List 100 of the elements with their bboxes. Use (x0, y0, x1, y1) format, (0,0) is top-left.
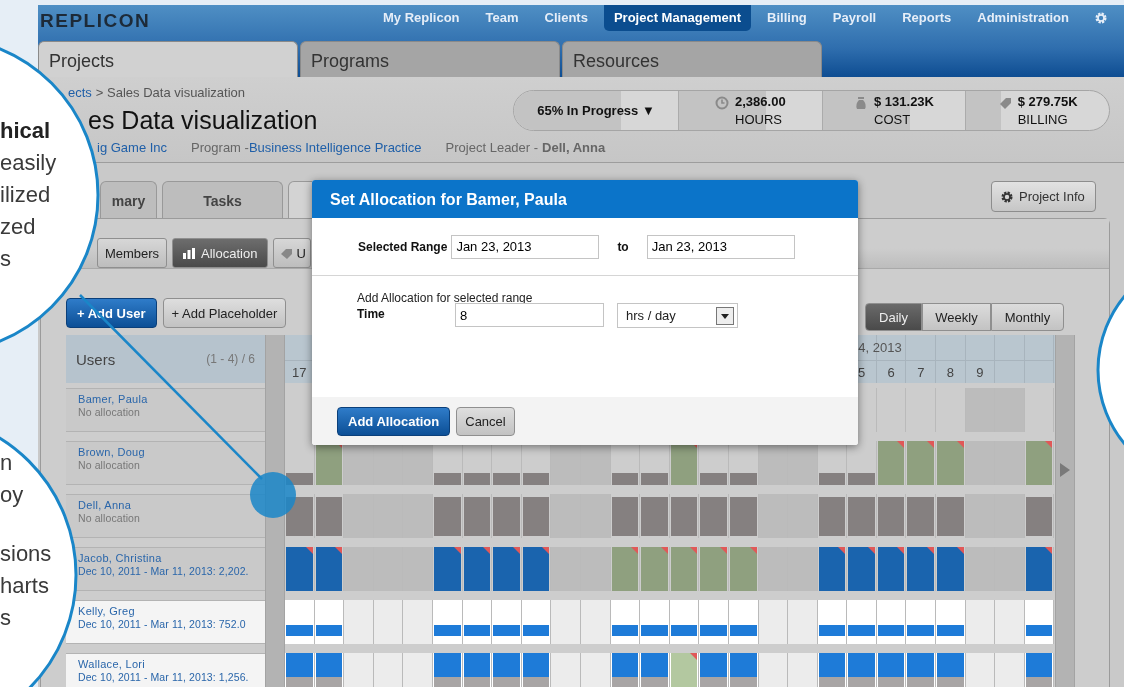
calendar-cell[interactable] (758, 600, 789, 644)
calendar-cell[interactable] (1024, 653, 1055, 687)
calendar-cell[interactable] (847, 441, 877, 485)
calendar-cell[interactable] (432, 547, 463, 591)
calendar-cell[interactable] (669, 547, 700, 591)
calendar-cell[interactable] (344, 653, 374, 687)
calendar-cell[interactable] (758, 547, 789, 591)
nav-link[interactable]: Project Management (603, 5, 752, 31)
calendar-cell[interactable] (314, 494, 345, 538)
nav-link[interactable]: Administration (967, 5, 1079, 31)
calendar-cell[interactable] (876, 547, 907, 591)
nav-link[interactable]: Billing (757, 5, 817, 31)
calendar-cell[interactable] (432, 653, 463, 687)
calendar-cell[interactable] (965, 494, 996, 538)
calendar-cell[interactable] (876, 441, 907, 485)
calendar-cell[interactable] (669, 653, 700, 687)
calendar-cell[interactable] (965, 653, 996, 687)
calendar-cell[interactable] (817, 600, 848, 644)
calendar-cell[interactable] (492, 494, 522, 538)
calendar-cell[interactable] (462, 653, 493, 687)
calendar-cell[interactable] (995, 653, 1025, 687)
calendar-cell[interactable] (728, 653, 759, 687)
user-name-link[interactable]: Jacob, Christina (78, 552, 162, 564)
calendar-cell[interactable] (314, 600, 345, 644)
calendar-cell[interactable] (1024, 547, 1055, 591)
calendar-cell[interactable] (965, 441, 996, 485)
calendar-cell[interactable] (580, 494, 611, 538)
main-tab[interactable]: Programs (300, 41, 560, 77)
view-tab[interactable]: Members (97, 238, 167, 268)
calendar-cell[interactable] (314, 653, 345, 687)
section-tab[interactable]: Tasks (162, 181, 283, 218)
unit-dropdown[interactable]: hrs / day (617, 303, 738, 328)
calendar-cell[interactable] (758, 653, 789, 687)
calendar-cell[interactable] (876, 600, 907, 644)
calendar-cell[interactable] (1024, 600, 1055, 644)
status-dropdown[interactable]: 65% In Progress ▼ (514, 91, 678, 130)
program-link[interactable]: Business Intelligence Practice (248, 140, 422, 155)
breadcrumb-link[interactable]: ects (68, 85, 92, 100)
calendar-cell[interactable] (403, 494, 433, 538)
calendar-cell[interactable] (521, 494, 552, 538)
calendar-cell[interactable] (817, 494, 848, 538)
calendar-cell[interactable] (640, 547, 670, 591)
user-name-link[interactable]: Wallace, Lori (78, 658, 146, 670)
calendar-cell[interactable] (906, 494, 937, 538)
calendar-cell[interactable] (965, 600, 996, 644)
period-tab[interactable]: Weekly (922, 303, 991, 331)
calendar-cell[interactable] (551, 653, 581, 687)
calendar-cell[interactable] (580, 653, 611, 687)
calendar-cell[interactable] (936, 600, 966, 644)
calendar-cell[interactable] (728, 600, 759, 644)
user-name-link[interactable]: Bamer, Paula (78, 393, 148, 405)
calendar-cell[interactable] (817, 547, 848, 591)
calendar-cell[interactable] (1024, 494, 1055, 538)
nav-link[interactable]: Clients (534, 5, 598, 31)
calendar-cell[interactable] (403, 600, 433, 644)
calendar-cell[interactable] (373, 653, 404, 687)
calendar-cell[interactable] (728, 494, 759, 538)
calendar-cell[interactable] (314, 547, 345, 591)
section-tab[interactable]: mary (100, 181, 157, 218)
calendar-cell[interactable] (788, 547, 818, 591)
nav-link[interactable]: Payroll (822, 5, 887, 31)
calendar-cell[interactable] (640, 653, 670, 687)
calendar-cell[interactable] (1024, 441, 1055, 485)
calendar-cell[interactable] (462, 494, 493, 538)
user-name-link[interactable]: Dell, Anna (78, 499, 132, 511)
calendar-cell[interactable] (876, 494, 907, 538)
from-date-field[interactable]: Jan 23, 2013 (451, 234, 600, 259)
calendar-cell[interactable] (669, 600, 700, 644)
calendar-cell[interactable] (847, 653, 877, 687)
calendar-cell[interactable] (580, 600, 611, 644)
calendar-cell[interactable] (758, 494, 789, 538)
calendar-cell[interactable] (699, 547, 729, 591)
calendar-cell[interactable] (788, 653, 818, 687)
calendar-cell[interactable] (936, 441, 966, 485)
calendar-cell[interactable] (640, 600, 670, 644)
calendar-cell[interactable] (995, 547, 1025, 591)
calendar-cell[interactable] (995, 441, 1025, 485)
nav-link[interactable]: Reports (892, 5, 962, 31)
calendar-cell[interactable] (462, 547, 493, 591)
calendar-cell[interactable] (403, 547, 433, 591)
user-name-link[interactable]: Brown, Doug (78, 446, 145, 458)
calendar-cell[interactable] (906, 441, 937, 485)
calendar-cell[interactable] (965, 547, 996, 591)
calendar-cell[interactable] (580, 547, 611, 591)
calendar-cell[interactable] (640, 494, 670, 538)
calendar-cell[interactable] (492, 600, 522, 644)
calendar-cell[interactable] (521, 600, 552, 644)
calendar-cell[interactable] (610, 494, 641, 538)
calendar-cell[interactable] (551, 600, 581, 644)
calendar-cell[interactable] (847, 494, 877, 538)
to-date-field[interactable]: Jan 23, 2013 (646, 234, 795, 259)
calendar-cell[interactable] (492, 547, 522, 591)
calendar-cell[interactable] (699, 600, 729, 644)
calendar-cell[interactable] (285, 547, 315, 591)
project-info-button[interactable]: Project Info (991, 181, 1096, 212)
add-placeholder-button[interactable]: + Add Placeholder (162, 298, 287, 328)
calendar-cell[interactable] (906, 600, 937, 644)
calendar-cell[interactable] (788, 600, 818, 644)
calendar-cell[interactable] (285, 653, 315, 687)
calendar-cell[interactable] (432, 494, 463, 538)
